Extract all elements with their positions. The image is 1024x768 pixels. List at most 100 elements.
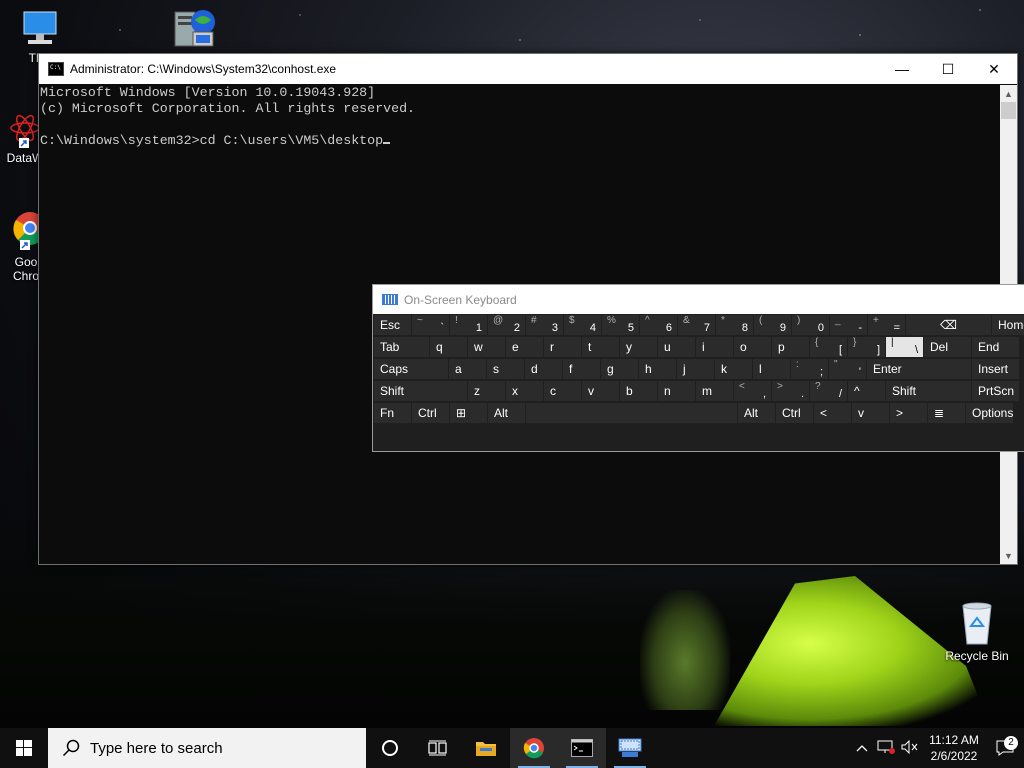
osk-key-u[interactable]: u bbox=[658, 337, 695, 357]
osk-titlebar[interactable]: On-Screen Keyboard bbox=[373, 285, 1024, 314]
chevron-up-icon[interactable] bbox=[850, 741, 874, 755]
osk-key-3[interactable]: #3 bbox=[526, 315, 563, 335]
cortana-button[interactable] bbox=[366, 728, 414, 768]
osk-key-enter[interactable]: Enter bbox=[867, 359, 971, 379]
osk-key-1[interactable]: ! 1 bbox=[450, 315, 487, 335]
osk-key-shift[interactable]: Shift bbox=[886, 381, 971, 401]
osk-key-[interactable]: }] bbox=[848, 337, 885, 357]
osk-key-e[interactable]: e bbox=[506, 337, 543, 357]
osk-key-q[interactable]: q bbox=[430, 337, 467, 357]
osk-key-[interactable]: {[ bbox=[810, 337, 847, 357]
osk-key-tab[interactable]: Tab bbox=[374, 337, 429, 357]
minimize-button[interactable]: — bbox=[879, 54, 925, 84]
desktop-icon-recycle-bin[interactable]: Recycle Bin bbox=[940, 600, 1014, 663]
osk-key-k[interactable]: k bbox=[715, 359, 752, 379]
osk-key-r[interactable]: r bbox=[544, 337, 581, 357]
osk-key-[interactable]: :; bbox=[791, 359, 828, 379]
osk-key-w[interactable]: w bbox=[468, 337, 505, 357]
osk-key-[interactable]: ^ bbox=[848, 381, 885, 401]
osk-key-[interactable]: ⌫ bbox=[906, 315, 991, 335]
osk-key-b[interactable]: b bbox=[620, 381, 657, 401]
taskbar-search-box[interactable]: Type here to search bbox=[48, 728, 366, 768]
osk-key-n[interactable]: n bbox=[658, 381, 695, 401]
volume-muted-icon[interactable] bbox=[898, 739, 922, 757]
taskbar-chrome[interactable] bbox=[510, 728, 558, 768]
console-line: (c) Microsoft Corporation. All rights re… bbox=[40, 101, 416, 116]
osk-key-x[interactable]: x bbox=[506, 381, 543, 401]
osk-key-f[interactable]: f bbox=[563, 359, 600, 379]
osk-key-del[interactable]: Del bbox=[924, 337, 971, 357]
osk-key-j[interactable]: j bbox=[677, 359, 714, 379]
osk-key-shift[interactable]: Shift bbox=[374, 381, 467, 401]
osk-key-[interactable]: > bbox=[890, 403, 927, 423]
console-prompt-line: C:\Windows\system32>cd C:\users\VM5\desk… bbox=[40, 133, 1000, 149]
osk-key-l[interactable]: l bbox=[753, 359, 790, 379]
desktop-icon-network-app[interactable] bbox=[168, 6, 222, 55]
osk-key-ctrl[interactable]: Ctrl bbox=[412, 403, 449, 423]
on-screen-keyboard-window[interactable]: On-Screen Keyboard Esc ~ `! 1 @2 #3 $4% 5 ^ 6 & 7 * 8… bbox=[372, 284, 1024, 452]
osk-key-[interactable]: + = bbox=[868, 315, 905, 335]
osk-key-i[interactable]: i bbox=[696, 337, 733, 357]
osk-key-z[interactable]: z bbox=[468, 381, 505, 401]
osk-key-a[interactable]: a bbox=[449, 359, 486, 379]
osk-key-6[interactable]: ^ 6 bbox=[640, 315, 677, 335]
action-center-button[interactable]: 2 bbox=[986, 736, 1024, 756]
osk-key-alt[interactable]: Alt bbox=[488, 403, 525, 423]
osk-key-s[interactable]: s bbox=[487, 359, 524, 379]
osk-key-[interactable]: < bbox=[814, 403, 851, 423]
osk-key-4[interactable]: $4 bbox=[564, 315, 601, 335]
osk-key-p[interactable]: p bbox=[772, 337, 809, 357]
osk-key-7[interactable]: & 7 bbox=[678, 315, 715, 335]
osk-key-m[interactable]: m bbox=[696, 381, 733, 401]
osk-key-[interactable]: " ' bbox=[829, 359, 866, 379]
osk-key-[interactable]: <, bbox=[734, 381, 771, 401]
network-icon[interactable] bbox=[874, 740, 898, 757]
osk-key-d[interactable]: d bbox=[525, 359, 562, 379]
osk-key-[interactable]: >. bbox=[772, 381, 809, 401]
osk-key-c[interactable]: c bbox=[544, 381, 581, 401]
osk-key-options[interactable]: Options bbox=[966, 403, 1013, 423]
osk-key-o[interactable]: o bbox=[734, 337, 771, 357]
osk-key-2[interactable]: @2 bbox=[488, 315, 525, 335]
osk-key-v[interactable]: v bbox=[582, 381, 619, 401]
osk-key-5[interactable]: % 5 bbox=[602, 315, 639, 335]
osk-key-insert[interactable]: Insert bbox=[972, 359, 1019, 379]
task-view-button[interactable] bbox=[414, 728, 462, 768]
osk-key-0[interactable]: ) 0 bbox=[792, 315, 829, 335]
close-button[interactable]: ✕ bbox=[971, 54, 1017, 84]
osk-key-shift-label: $ bbox=[569, 315, 575, 326]
osk-key-y[interactable]: y bbox=[620, 337, 657, 357]
osk-key-prtscn[interactable]: PrtScn bbox=[972, 381, 1019, 401]
osk-key-caps[interactable]: Caps bbox=[374, 359, 448, 379]
osk-key-[interactable]: ? / bbox=[810, 381, 847, 401]
osk-key-[interactable]: ⊞ bbox=[450, 403, 487, 423]
osk-key-8[interactable]: * 8 bbox=[716, 315, 753, 335]
scroll-thumb[interactable] bbox=[1001, 102, 1016, 119]
osk-key-[interactable]: ≣ bbox=[928, 403, 965, 423]
osk-key-v[interactable]: v bbox=[852, 403, 889, 423]
console-titlebar[interactable]: Administrator: C:\Windows\System32\conho… bbox=[39, 54, 1017, 84]
osk-key-h[interactable]: h bbox=[639, 359, 676, 379]
osk-key-end[interactable]: End bbox=[972, 337, 1019, 357]
osk-key-[interactable]: | \ bbox=[886, 337, 923, 357]
osk-key-9[interactable]: (9 bbox=[754, 315, 791, 335]
osk-key-[interactable]: _ - bbox=[830, 315, 867, 335]
osk-key-t[interactable]: t bbox=[582, 337, 619, 357]
scroll-down-arrow-icon[interactable]: ▼ bbox=[1000, 547, 1017, 564]
osk-key-label: ] bbox=[876, 344, 880, 356]
taskbar-on-screen-keyboard[interactable] bbox=[606, 728, 654, 768]
taskbar-file-explorer[interactable] bbox=[462, 728, 510, 768]
osk-key-fn[interactable]: Fn bbox=[374, 403, 411, 423]
osk-key-ctrl[interactable]: Ctrl bbox=[776, 403, 813, 423]
osk-key-g[interactable]: g bbox=[601, 359, 638, 379]
osk-key-[interactable]: ~ ` bbox=[412, 315, 449, 335]
osk-key-esc[interactable]: Esc bbox=[374, 315, 411, 335]
scroll-up-arrow-icon[interactable]: ▲ bbox=[1000, 85, 1017, 102]
start-button[interactable] bbox=[0, 728, 48, 768]
osk-key-alt[interactable]: Alt bbox=[738, 403, 775, 423]
osk-key-home[interactable]: Home bbox=[992, 315, 1024, 335]
clock[interactable]: 11:12 AM 2/6/2022 bbox=[922, 732, 986, 764]
taskbar-console[interactable] bbox=[558, 728, 606, 768]
maximize-button[interactable]: ☐ bbox=[925, 54, 971, 84]
osk-key-space[interactable] bbox=[526, 403, 737, 423]
